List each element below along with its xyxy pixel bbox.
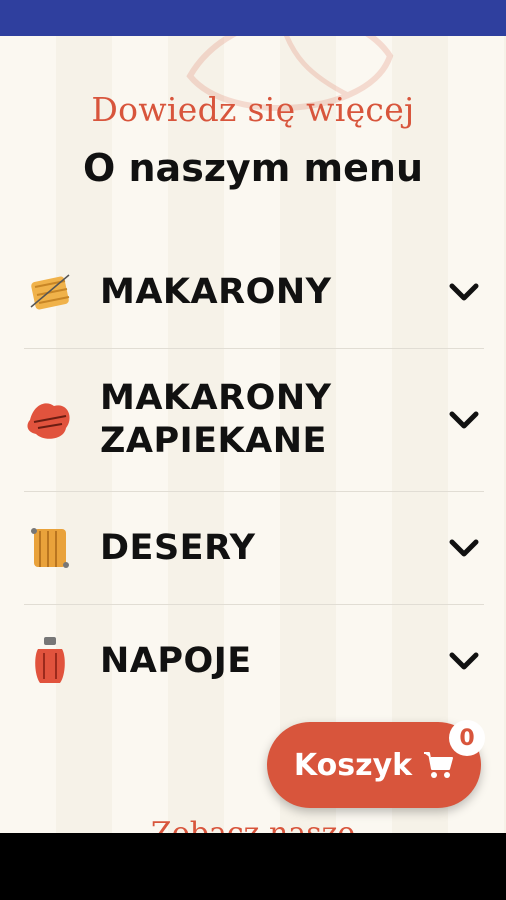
accordion-item-makarony[interactable]: MAKARONY: [24, 236, 484, 349]
chevron-down-icon[interactable]: [444, 400, 484, 440]
drink-icon: [24, 635, 76, 687]
cart-button[interactable]: Koszyk 0: [267, 720, 485, 808]
chevron-down-icon[interactable]: [444, 528, 484, 568]
accordion-label: NAPOJE: [100, 640, 252, 681]
cart-icon: [424, 752, 454, 778]
accordion-item-napoje[interactable]: NAPOJE: [24, 605, 484, 717]
cart-count-badge: 0: [449, 720, 485, 756]
accordion-item-makarony-zapiekane[interactable]: MAKARONY ZAPIEKANE: [24, 349, 484, 492]
menu-accordion: MAKARONY MAKARONY ZAPIEKANE DESERY NAPOJ…: [24, 236, 484, 717]
dessert-icon: [24, 522, 76, 574]
accordion-label: MAKARONY ZAPIEKANE: [100, 378, 332, 461]
section-eyebrow: Dowiedz się więcej: [91, 90, 415, 129]
see-more-link[interactable]: Zobacz nasze: [0, 816, 506, 833]
menu-screen: Dowiedz się więcej O naszym menu MAKARON…: [0, 36, 506, 833]
chevron-down-icon[interactable]: [444, 641, 484, 681]
baked-pasta-icon: [24, 394, 76, 446]
accordion-label: DESERY: [100, 527, 256, 568]
navigation-bar: [0, 833, 506, 900]
status-bar: [0, 0, 506, 36]
page-title: O naszym menu: [82, 146, 424, 190]
pasta-icon: [24, 266, 76, 318]
cart-label: Koszyk: [293, 747, 413, 783]
accordion-item-desery[interactable]: DESERY: [24, 492, 484, 605]
chevron-down-icon[interactable]: [444, 272, 484, 312]
accordion-label: MAKARONY: [100, 271, 332, 312]
